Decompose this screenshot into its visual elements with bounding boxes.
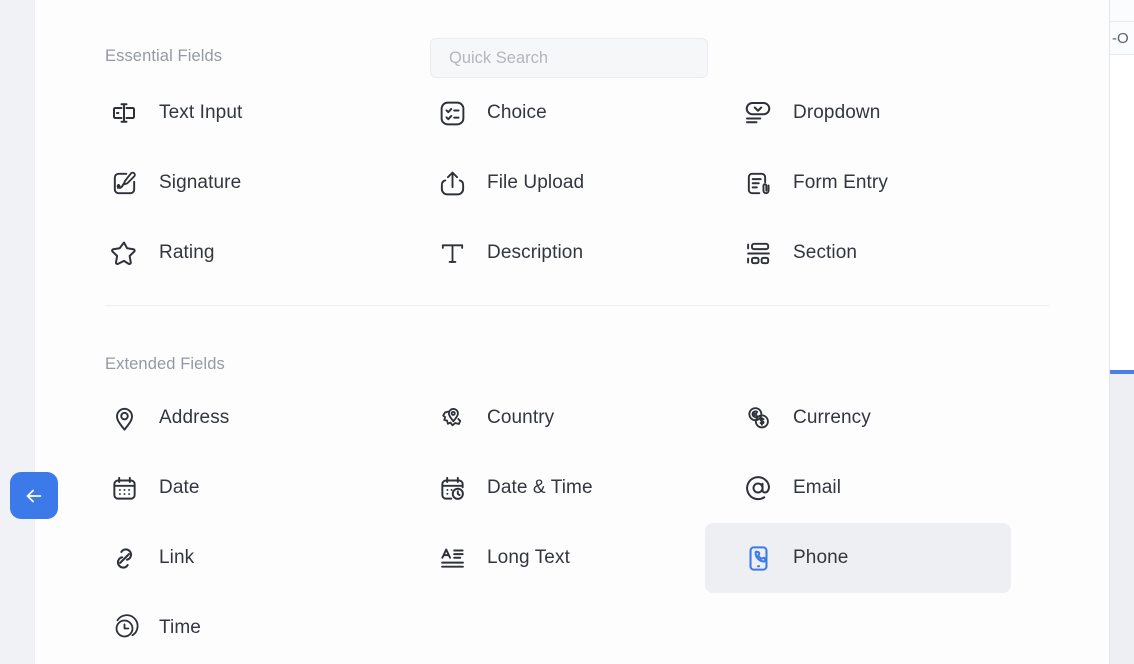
section-essential-fields: Essential Fields Te (35, 0, 1109, 288)
text-input-icon (105, 94, 143, 132)
field-item-date-time[interactable]: Date & Time (433, 453, 739, 523)
field-item-address[interactable]: Address (105, 383, 433, 453)
quick-search-wrapper (430, 38, 708, 78)
right-panel-body (1110, 55, 1134, 370)
field-item-form-entry[interactable]: Form Entry (739, 148, 1045, 218)
field-label: Phone (793, 547, 848, 569)
calendar-clock-icon (433, 469, 471, 507)
field-item-currency[interactable]: Currency (739, 383, 1045, 453)
field-label: Date & Time (487, 477, 593, 499)
field-item-date[interactable]: Date (105, 453, 433, 523)
text-type-icon (433, 234, 471, 272)
field-item-choice[interactable]: Choice (433, 78, 739, 148)
essential-header-row: Essential Fields (35, 0, 1109, 78)
calendar-icon (105, 469, 143, 507)
star-icon (105, 234, 143, 272)
section-title-extended: Extended Fields (105, 355, 225, 374)
section-icon (739, 234, 777, 272)
field-item-long-text[interactable]: Long Text (433, 523, 739, 593)
field-item-section[interactable]: Section (739, 218, 1045, 288)
app-root: -O Essential Fields (0, 0, 1134, 664)
form-entry-icon (739, 164, 777, 202)
field-label: Rating (159, 242, 215, 264)
field-label: Time (159, 617, 201, 639)
field-item-dropdown[interactable]: Dropdown (739, 78, 1045, 148)
field-label: Currency (793, 407, 871, 429)
field-item-rating[interactable]: Rating (105, 218, 433, 288)
search-input[interactable] (430, 38, 708, 78)
right-panel-top-strip (1110, 0, 1134, 21)
field-item-phone[interactable]: Phone (705, 523, 1011, 593)
field-item-email[interactable]: Email (739, 453, 1045, 523)
at-sign-icon (739, 469, 777, 507)
right-panel-accent-bar (1110, 370, 1134, 374)
field-label: Section (793, 242, 857, 264)
field-label: Link (159, 547, 194, 569)
field-label: Email (793, 477, 841, 499)
field-label: File Upload (487, 172, 584, 194)
long-text-icon (433, 539, 471, 577)
clock-icon (105, 609, 143, 647)
right-panel-clipped-label: -O (1110, 21, 1134, 55)
field-item-link[interactable]: Link (105, 523, 433, 593)
dropdown-icon (739, 94, 777, 132)
country-pin-icon (433, 399, 471, 437)
link-icon (105, 539, 143, 577)
extended-header-row: Extended Fields (35, 305, 1109, 383)
phone-icon (739, 539, 777, 577)
field-label: Form Entry (793, 172, 888, 194)
collapse-panel-button[interactable] (10, 472, 58, 519)
field-label: Date (159, 477, 200, 499)
coins-icon (739, 399, 777, 437)
field-label: Signature (159, 172, 241, 194)
field-item-file-upload[interactable]: File Upload (433, 148, 739, 218)
section-title-essential: Essential Fields (105, 47, 222, 66)
extended-fields-grid: Address Country (35, 383, 1109, 663)
field-label: Dropdown (793, 102, 880, 124)
field-label: Address (159, 407, 229, 429)
arrow-left-icon (23, 485, 45, 507)
field-item-text-input[interactable]: Text Input (105, 78, 433, 148)
field-item-signature[interactable]: Signature (105, 148, 433, 218)
field-item-description[interactable]: Description (433, 218, 739, 288)
field-item-country[interactable]: Country (433, 383, 739, 453)
field-label: Choice (487, 102, 547, 124)
field-label: Long Text (487, 547, 570, 569)
choice-icon (433, 94, 471, 132)
field-label: Description (487, 242, 583, 264)
section-extended-fields: Extended Fields Address (35, 305, 1109, 663)
map-pin-icon (105, 399, 143, 437)
signature-icon (105, 164, 143, 202)
field-item-time[interactable]: Time (105, 593, 433, 663)
field-label: Country (487, 407, 554, 429)
field-library-panel: Essential Fields Te (34, 0, 1109, 664)
file-upload-icon (433, 164, 471, 202)
essential-fields-grid: Text Input Choice (35, 78, 1109, 288)
right-side-panel-peek: -O (1109, 0, 1134, 664)
field-label: Text Input (159, 102, 242, 124)
